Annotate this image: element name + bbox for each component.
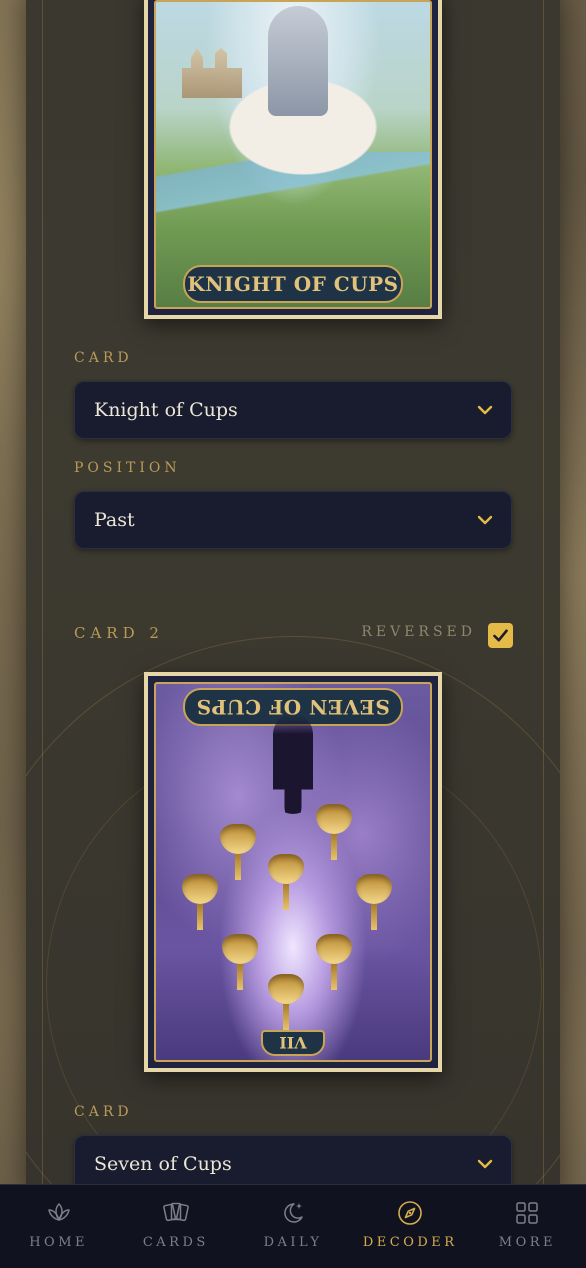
card1-title-banner: KNIGHT OF CUPS	[183, 265, 403, 303]
chevron-down-icon	[477, 1159, 493, 1169]
card2-image: SEVEN OF CUPS VII	[144, 672, 442, 1072]
card1-position-label: POSITION	[74, 460, 181, 476]
nav-label-daily: DAILY	[263, 1235, 323, 1250]
nav-item-home[interactable]: HOME	[0, 1185, 117, 1268]
reversed-checkbox[interactable]	[488, 623, 513, 648]
card1-image: KNIGHT OF CUPS	[144, 0, 442, 319]
chevron-down-icon	[477, 515, 493, 525]
cup	[316, 804, 352, 834]
card2-card-label: CARD	[74, 1104, 133, 1120]
card1-card-select[interactable]: Knight of Cups	[74, 381, 512, 439]
nav-item-decoder[interactable]: DECODER	[352, 1185, 469, 1268]
nav-label-cards: CARDS	[142, 1235, 209, 1250]
nav-label-decoder: DECODER	[362, 1235, 458, 1250]
cup	[222, 934, 258, 964]
cup	[268, 974, 304, 1004]
moon-star-icon	[284, 1203, 303, 1223]
cup	[356, 874, 392, 904]
reversed-label: REVERSED	[361, 624, 476, 640]
card2-card-value: Seven of Cups	[94, 1153, 232, 1175]
card1-card-label: CARD	[74, 350, 133, 366]
lotus-icon	[47, 1203, 70, 1221]
nav-item-more[interactable]: MORE	[469, 1185, 586, 1268]
card2-numeral: VII	[261, 1030, 325, 1056]
cup	[268, 854, 304, 884]
knight-illustration	[268, 6, 328, 116]
cup	[316, 934, 352, 964]
checkmark-icon	[493, 629, 508, 642]
nav-item-cards[interactable]: CARDS	[117, 1185, 234, 1268]
compass-icon	[398, 1201, 423, 1225]
cards-icon	[162, 1202, 189, 1222]
cup	[220, 824, 256, 854]
card1-card-value: Knight of Cups	[94, 399, 238, 421]
card2-section-title: CARD 2	[74, 624, 164, 642]
cup	[182, 874, 218, 904]
nav-label-home: HOME	[29, 1235, 88, 1250]
nav-item-daily[interactable]: DAILY	[234, 1185, 351, 1268]
grid-icon	[516, 1202, 539, 1224]
card1-position-select[interactable]: Past	[74, 491, 512, 549]
bottom-nav: HOME CARDS DAILY DECODER MORE	[0, 1184, 586, 1268]
chevron-down-icon	[477, 405, 493, 415]
nav-label-more: MORE	[498, 1235, 557, 1250]
silhouette-figure	[273, 714, 313, 814]
card1-position-value: Past	[94, 509, 135, 531]
